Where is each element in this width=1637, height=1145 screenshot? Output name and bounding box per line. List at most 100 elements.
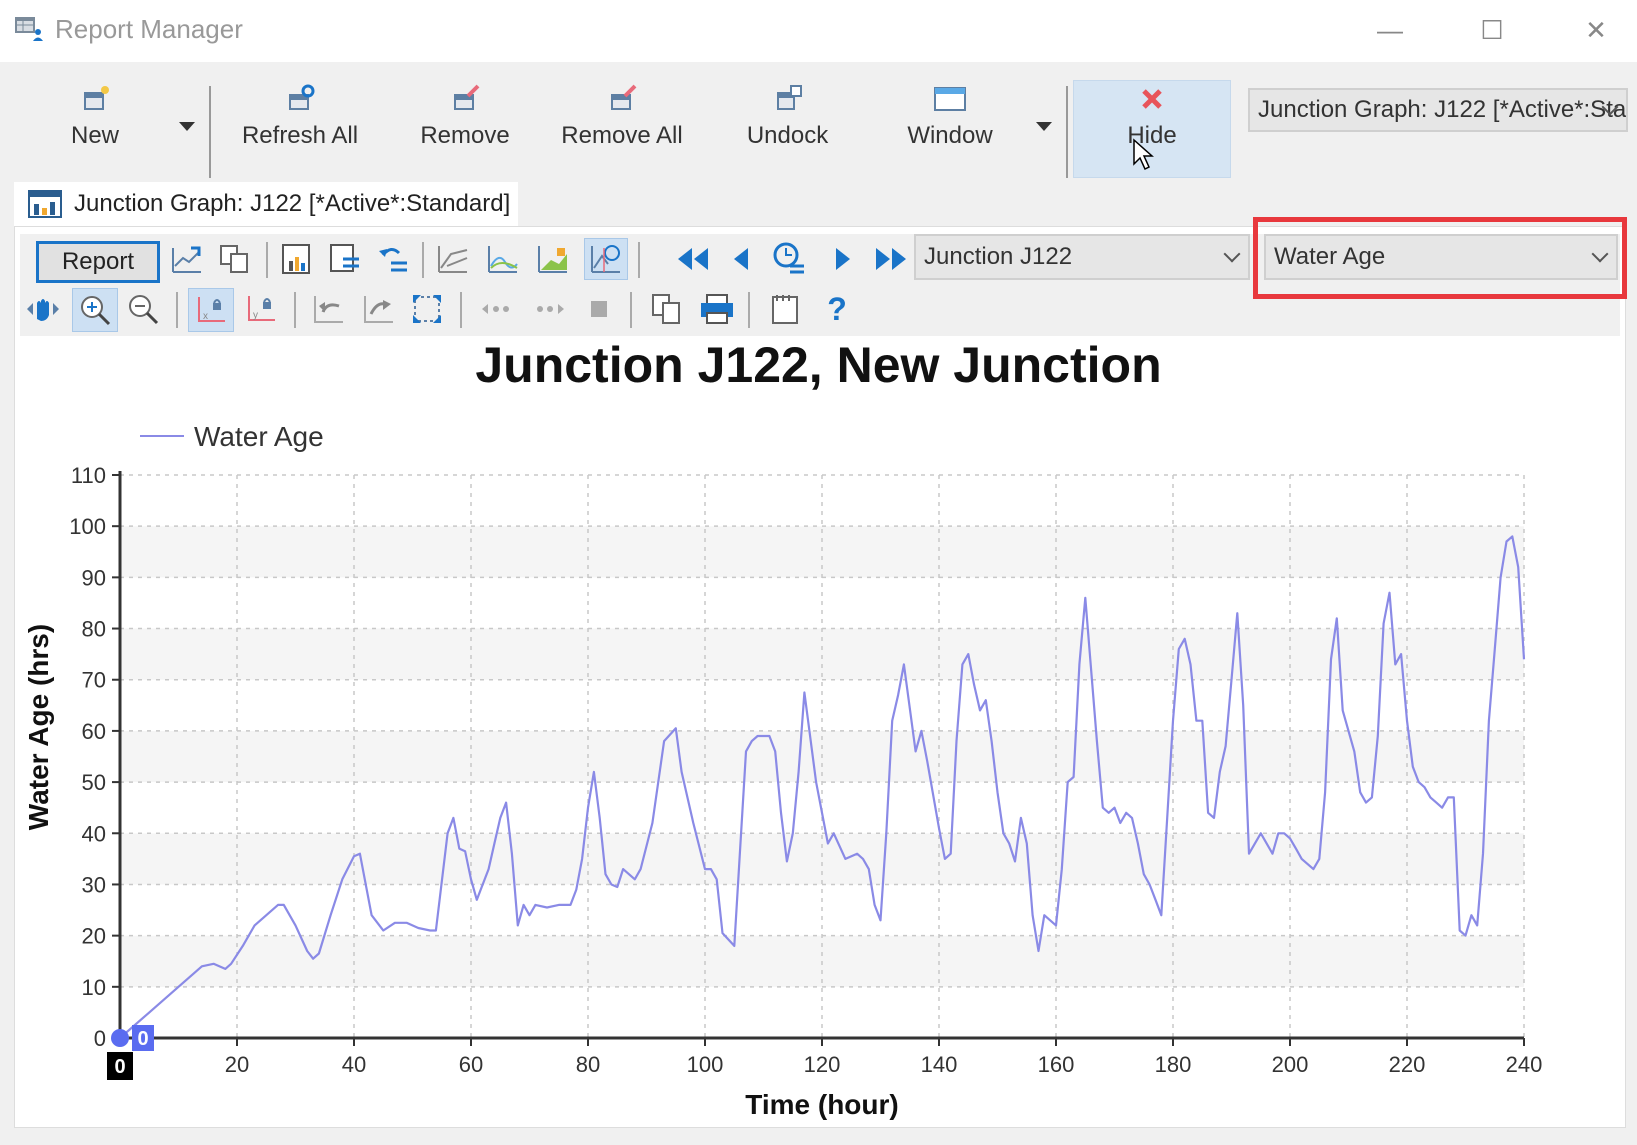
plot-band [120, 986, 1524, 1038]
legend: Water Age [140, 421, 324, 452]
x-tick-label: 160 [1038, 1052, 1075, 1077]
remove-label: Remove [420, 122, 510, 149]
x-axis-lock-icon[interactable]: x [188, 288, 234, 332]
remove-all-icon [611, 84, 637, 110]
y-tick-label: 20 [82, 924, 106, 949]
y-tick-label: 100 [69, 514, 106, 539]
window-title: Report Manager [55, 14, 243, 44]
x-axis-label: Time (hour) [745, 1089, 898, 1120]
cursor-x-value: 0 [114, 1056, 125, 1078]
close-x-icon [1142, 89, 1162, 109]
window-dropdown-arrow[interactable] [1036, 122, 1052, 131]
plot-band [120, 526, 1524, 578]
undock-button[interactable]: Undock [735, 82, 840, 182]
scroll-right-icon[interactable] [530, 290, 568, 328]
print-icon[interactable] [698, 290, 736, 328]
x-tick-label: 120 [804, 1052, 841, 1077]
y-tick-label: 60 [82, 719, 106, 744]
zoom-out-icon[interactable] [124, 290, 162, 328]
y-axis-label: Water Age (hrs) [23, 624, 54, 830]
first-step-icon[interactable] [674, 240, 712, 278]
new-button[interactable]: New [55, 82, 135, 182]
cursor-y-value: 0 [137, 1028, 148, 1050]
time-chart-icon[interactable] [584, 238, 628, 280]
svg-text:y: y [253, 310, 258, 321]
water-age-chart: 0 10 20 30 40 50 60 70 80 90 100 110 20 40 60 80 100 120 1… [23, 421, 1543, 1120]
graph-document-icon [28, 190, 62, 218]
y-tick-label: 10 [82, 975, 106, 1000]
chart-settings-icon[interactable] [326, 240, 364, 278]
plot-band [120, 833, 1524, 885]
x-tick-label: 40 [342, 1052, 366, 1077]
stop-icon[interactable] [580, 290, 618, 328]
toolbar-separator [422, 242, 424, 278]
area-chart-icon[interactable] [534, 240, 572, 278]
element-selector-dropdown[interactable]: Junction J122 [914, 234, 1250, 280]
document-tab[interactable]: Junction Graph: J122 [*Active*:Standard] [14, 182, 518, 226]
refresh-all-button[interactable]: Refresh All [235, 82, 365, 182]
maximize-button[interactable]: ☐ [1462, 10, 1522, 50]
last-step-icon[interactable] [872, 240, 910, 278]
undock-icon [776, 85, 802, 110]
y-tick-label: 90 [82, 565, 106, 590]
previous-step-icon[interactable] [722, 240, 760, 278]
x-tick-label: 180 [1155, 1052, 1192, 1077]
refresh-all-label: Refresh All [241, 122, 359, 149]
copy-icon[interactable] [216, 240, 254, 278]
undo-zoom-icon[interactable] [310, 290, 348, 328]
new-label: New [70, 122, 119, 149]
redo-zoom-icon[interactable] [360, 290, 398, 328]
zoom-extents-icon[interactable] [408, 290, 446, 328]
copy-chart-icon[interactable] [648, 290, 686, 328]
chevron-down-icon [1591, 245, 1609, 263]
x-tick-label: 140 [921, 1052, 958, 1077]
ribbon-separator [1066, 86, 1068, 178]
y-tick-label: 0 [94, 1026, 106, 1051]
curve-chart-icon[interactable] [484, 240, 522, 278]
report-selector-dropdown[interactable]: Junction Graph: J122 [*Active*:Standard] [1248, 88, 1628, 132]
toolbar-separator [630, 292, 632, 328]
scroll-left-icon[interactable] [478, 290, 516, 328]
close-button[interactable]: ✕ [1566, 10, 1626, 50]
y-tick-label: 80 [82, 617, 106, 642]
save-chart-icon[interactable] [278, 240, 316, 278]
pan-hand-icon[interactable] [24, 290, 62, 328]
zoom-in-icon[interactable] [72, 288, 118, 332]
svg-text:x: x [203, 311, 208, 322]
plot-band [120, 628, 1524, 680]
x-tick-label: 220 [1389, 1052, 1426, 1077]
element-selector-value: Junction J122 [924, 243, 1073, 270]
time-settings-icon[interactable] [770, 240, 808, 278]
remove-button[interactable]: Remove [410, 82, 520, 182]
report-button[interactable]: Report [36, 241, 160, 283]
x-tick-label: 240 [1506, 1052, 1543, 1077]
y-axis-lock-icon[interactable]: y [242, 290, 280, 328]
notes-icon[interactable] [766, 290, 804, 328]
y-tick-label: 50 [82, 770, 106, 795]
toolbar-separator [748, 292, 750, 328]
help-icon[interactable]: ? [818, 290, 856, 328]
new-dropdown-arrow[interactable] [179, 122, 195, 131]
x-tick-label: 80 [576, 1052, 600, 1077]
window-button[interactable]: Window [895, 82, 1005, 182]
chevron-down-icon [1223, 245, 1241, 263]
attribute-selector-dropdown[interactable]: Water Age [1264, 234, 1618, 280]
document-tab-label: Junction Graph: J122 [*Active*:Standard] [74, 190, 511, 217]
remove-report-icon [454, 84, 480, 110]
undock-label: Undock [746, 122, 829, 149]
mouse-cursor-icon [1133, 138, 1154, 171]
x-tick-label: 200 [1272, 1052, 1309, 1077]
next-step-icon[interactable] [824, 240, 862, 278]
toolbar-separator [294, 292, 296, 328]
y-tick-label: 40 [82, 821, 106, 846]
remove-all-button[interactable]: Remove All [552, 82, 692, 182]
line-chart-icon[interactable] [434, 240, 472, 278]
refresh-icon [289, 84, 315, 110]
chart-title: Junction J122, New Junction [475, 337, 1162, 393]
graph-series-options-icon[interactable] [168, 240, 206, 278]
window-icon [934, 87, 966, 111]
title-bar: Report Manager — ☐ ✕ [0, 0, 1637, 62]
minimize-button[interactable]: — [1360, 10, 1420, 50]
cursor-marker[interactable] [111, 1029, 129, 1047]
undo-settings-icon[interactable] [374, 240, 412, 278]
